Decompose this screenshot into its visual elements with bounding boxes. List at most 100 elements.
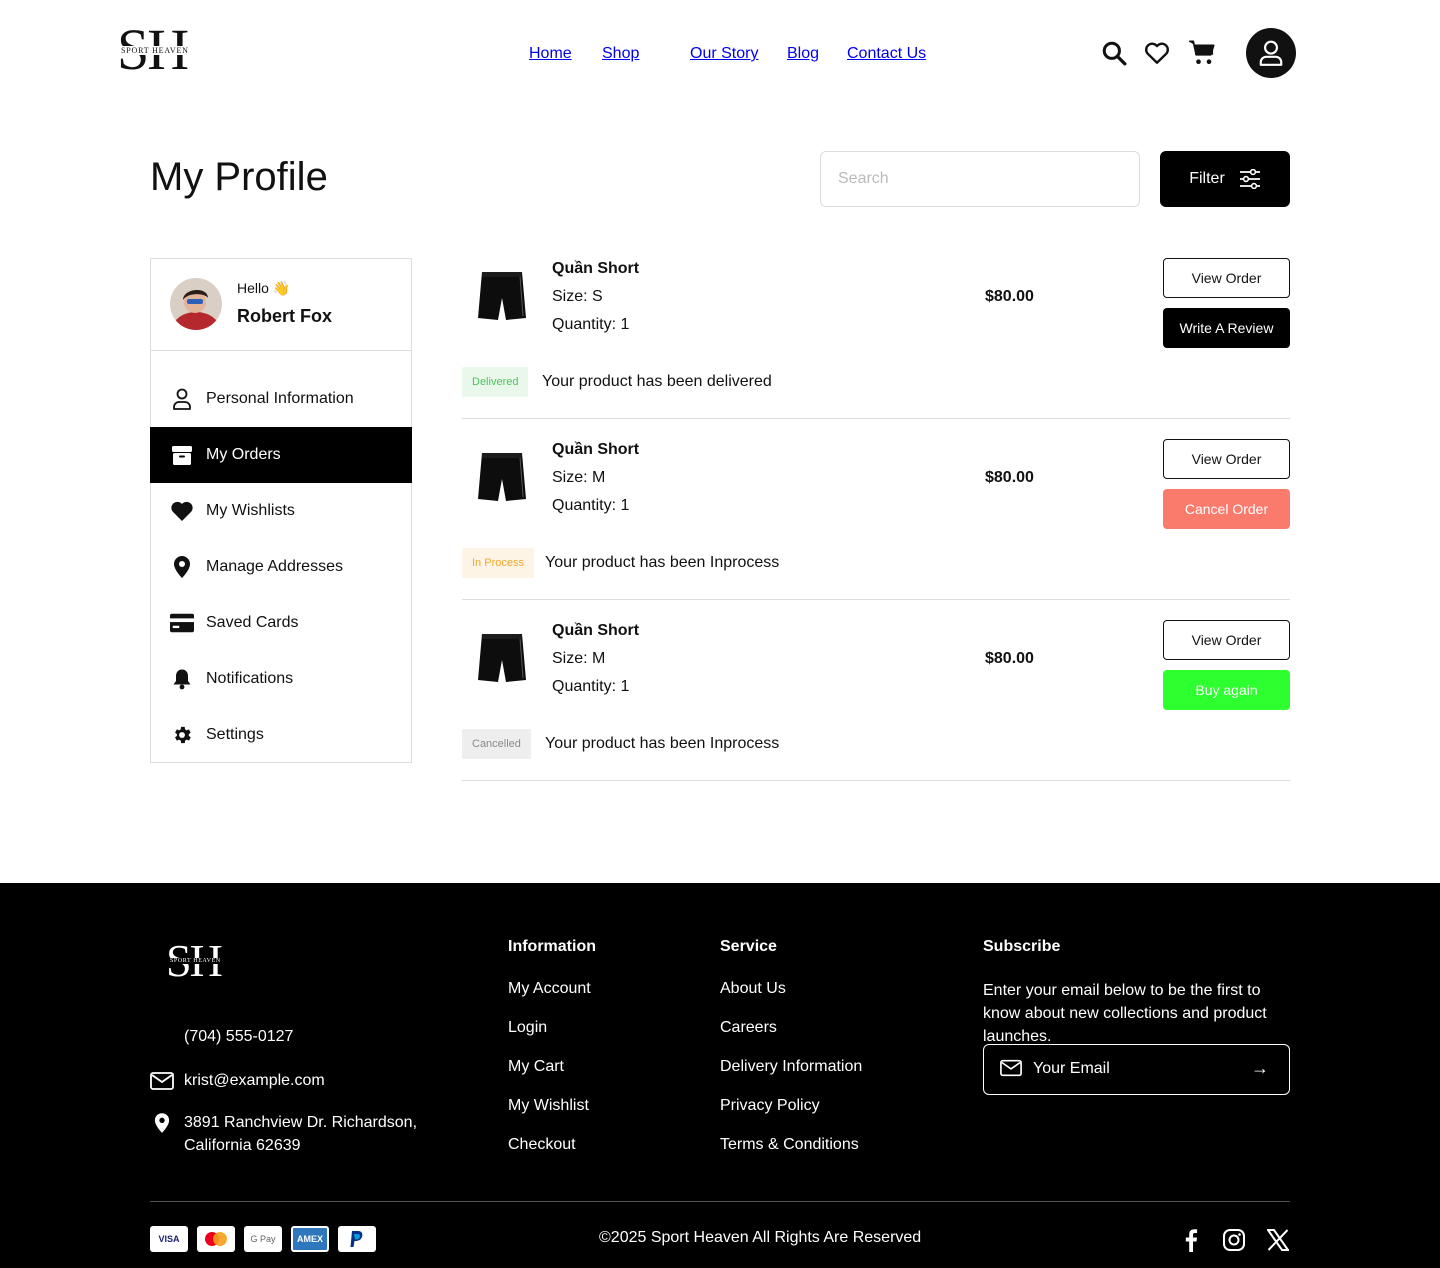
product-quantity: Quantity: 1 bbox=[552, 316, 630, 333]
bell-icon bbox=[170, 667, 194, 691]
subscribe-email-field[interactable]: Your Email → bbox=[983, 1044, 1290, 1095]
product-size: Size: S bbox=[552, 288, 603, 305]
greeting-text: Hello 👋 bbox=[237, 280, 291, 296]
sidebar-item-label: Personal Information bbox=[206, 390, 354, 407]
product-image bbox=[478, 453, 526, 501]
nav-our-story[interactable]: Our Story bbox=[690, 45, 758, 63]
user-icon bbox=[1259, 40, 1283, 66]
heart-icon bbox=[170, 499, 194, 523]
brand-logo[interactable]: SH SPORT HEAVEN bbox=[117, 21, 201, 79]
view-order-button[interactable]: View Order bbox=[1163, 620, 1290, 660]
mail-icon bbox=[1000, 1059, 1022, 1082]
address-line-2: California 62639 bbox=[184, 1137, 301, 1154]
sidebar-item-personal-information[interactable]: Personal Information bbox=[150, 371, 412, 427]
sidebar-item-my-wishlists[interactable]: My Wishlists bbox=[150, 483, 412, 539]
location-pin-icon bbox=[150, 1113, 174, 1133]
product-name: Quần Short bbox=[552, 441, 640, 458]
footer-link-terms-conditions[interactable]: Terms & Conditions bbox=[720, 1136, 859, 1154]
footer-link-login[interactable]: Login bbox=[508, 1019, 547, 1037]
view-order-button[interactable]: View Order bbox=[1163, 439, 1290, 479]
phone-number: (704) 555-0127 bbox=[184, 1028, 294, 1045]
footer-link-delivery-information[interactable]: Delivery Information bbox=[720, 1058, 862, 1076]
instagram-icon[interactable] bbox=[1222, 1228, 1246, 1252]
sidebar-item-notifications[interactable]: Notifications bbox=[150, 651, 412, 707]
product-image bbox=[478, 272, 526, 320]
copyright-text: ©2025 Sport Heaven All Rights Are Reserv… bbox=[599, 1229, 922, 1246]
address-line-1: 3891 Ranchview Dr. Richardson, bbox=[184, 1114, 418, 1131]
subscribe-description: Enter your email below to be the first t… bbox=[983, 982, 1267, 1045]
filter-label: Filter bbox=[1189, 170, 1225, 187]
sidebar-item-settings[interactable]: Settings bbox=[150, 707, 412, 763]
cancel-order-button[interactable]: Cancel Order bbox=[1163, 489, 1290, 529]
status-message: Your product has been delivered bbox=[542, 373, 772, 390]
sliders-icon bbox=[1239, 169, 1260, 189]
footer-link-my-cart[interactable]: My Cart bbox=[508, 1058, 564, 1076]
product-price: $80.00 bbox=[985, 650, 1034, 667]
sidebar-item-label: Manage Addresses bbox=[206, 558, 343, 575]
profile-header: Hello 👋 Robert Fox bbox=[151, 259, 411, 351]
footer-divider bbox=[150, 1201, 1290, 1202]
product-price: $80.00 bbox=[985, 288, 1034, 305]
status-message: Your product has been Inprocess bbox=[545, 554, 780, 571]
profile-menu: Personal Information My Orders My Wishli… bbox=[150, 371, 412, 763]
location-pin-icon bbox=[170, 555, 194, 579]
logo-tagline: SPORT HEAVEN bbox=[120, 46, 190, 55]
x-icon[interactable] bbox=[1266, 1228, 1290, 1252]
subscribe-heading: Subscribe bbox=[983, 938, 1061, 955]
heart-icon[interactable] bbox=[1143, 39, 1171, 67]
order-card: Quần Short Size: M Quantity: 1 $80.00 Vi… bbox=[462, 620, 1290, 781]
footer-link-checkout[interactable]: Checkout bbox=[508, 1136, 576, 1154]
nav-blog[interactable]: Blog bbox=[787, 45, 819, 63]
product-price: $80.00 bbox=[985, 469, 1034, 486]
google-pay-icon: G Pay bbox=[244, 1226, 282, 1252]
sidebar-item-manage-addresses[interactable]: Manage Addresses bbox=[150, 539, 412, 595]
nav-shop[interactable]: Shop bbox=[602, 45, 639, 63]
visa-icon: VISA bbox=[150, 1226, 188, 1252]
filter-button[interactable]: Filter bbox=[1160, 151, 1290, 207]
buy-again-button[interactable]: Buy again bbox=[1163, 670, 1290, 710]
page-title: My Profile bbox=[150, 155, 328, 199]
footer-link-my-account[interactable]: My Account bbox=[508, 980, 591, 998]
footer-logo[interactable]: SH SPORT HEAVEN bbox=[166, 938, 230, 984]
logo-tagline: SPORT HEAVEN bbox=[169, 958, 222, 964]
box-icon bbox=[170, 443, 194, 467]
avatar bbox=[170, 278, 222, 330]
write-review-button[interactable]: Write A Review bbox=[1163, 308, 1290, 348]
status-badge: Delivered bbox=[462, 367, 529, 397]
search-icon[interactable] bbox=[1100, 39, 1128, 67]
user-account-button[interactable] bbox=[1246, 28, 1296, 78]
product-name: Quần Short bbox=[552, 622, 640, 639]
credit-card-icon bbox=[170, 611, 194, 635]
nav-home[interactable]: Home bbox=[529, 45, 572, 63]
site-footer: SH SPORT HEAVEN (704) 555-0127 krist@exa… bbox=[0, 883, 1440, 1268]
sidebar-item-saved-cards[interactable]: Saved Cards bbox=[150, 595, 412, 651]
footer-link-privacy-policy[interactable]: Privacy Policy bbox=[720, 1097, 820, 1115]
profile-sidebar: Hello 👋 Robert Fox Personal Information … bbox=[150, 258, 412, 763]
product-size: Size: M bbox=[552, 650, 606, 667]
facebook-icon[interactable] bbox=[1179, 1228, 1203, 1252]
sidebar-item-my-orders[interactable]: My Orders bbox=[150, 427, 412, 483]
sidebar-item-label: My Orders bbox=[206, 446, 281, 463]
status-badge: Cancelled bbox=[462, 729, 531, 759]
email-placeholder: Your Email bbox=[1033, 1060, 1110, 1077]
submit-arrow-icon[interactable]: → bbox=[1251, 1058, 1269, 1079]
status-badge: In Process bbox=[462, 548, 534, 578]
product-size: Size: M bbox=[552, 469, 606, 486]
search-input[interactable] bbox=[820, 151, 1140, 207]
cart-icon[interactable] bbox=[1187, 38, 1217, 68]
footer-link-about-us[interactable]: About Us bbox=[720, 980, 786, 998]
product-quantity: Quantity: 1 bbox=[552, 678, 630, 695]
product-image bbox=[478, 634, 526, 682]
status-message: Your product has been Inprocess bbox=[545, 735, 780, 752]
footer-link-my-wishlist[interactable]: My Wishlist bbox=[508, 1097, 589, 1115]
sidebar-item-label: Settings bbox=[206, 726, 264, 743]
amex-icon: AMEX bbox=[291, 1226, 329, 1252]
gear-icon bbox=[170, 723, 194, 747]
footer-link-careers[interactable]: Careers bbox=[720, 1019, 777, 1037]
sidebar-item-label: My Wishlists bbox=[206, 502, 295, 519]
user-icon bbox=[170, 387, 194, 411]
order-card: Quần Short Size: M Quantity: 1 $80.00 Vi… bbox=[462, 439, 1290, 600]
email-address[interactable]: krist@example.com bbox=[184, 1069, 325, 1092]
nav-contact[interactable]: Contact Us bbox=[847, 45, 926, 63]
view-order-button[interactable]: View Order bbox=[1163, 258, 1290, 298]
